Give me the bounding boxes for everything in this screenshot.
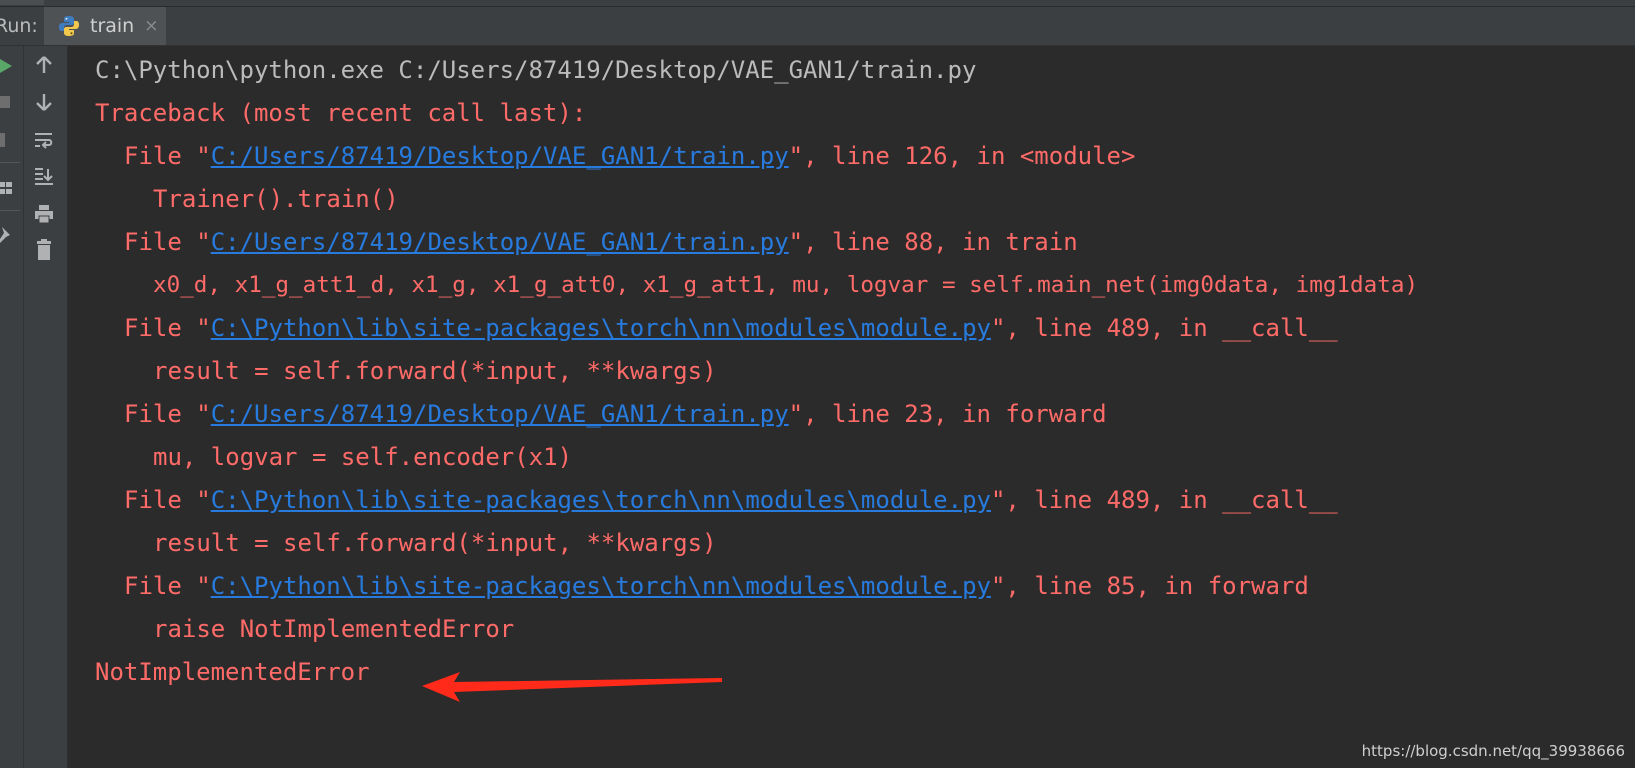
run-tool-window-header: Run: train × xyxy=(0,7,1635,46)
stop-icon[interactable] xyxy=(0,90,20,114)
pause-icon[interactable] xyxy=(0,128,20,152)
run-label: Run: xyxy=(0,15,38,37)
frame-code: raise NotImplementedError xyxy=(153,615,515,643)
file-link[interactable]: C:/Users/87419/Desktop/VAE_GAN1/train.py xyxy=(211,142,789,170)
frame-code: result = self.forward(*input, **kwargs) xyxy=(153,529,717,557)
strip-separator xyxy=(0,210,20,211)
file-link[interactable]: C:\Python\lib\site-packages\torch\nn\mod… xyxy=(211,314,991,342)
file-link[interactable]: C:\Python\lib\site-packages\torch\nn\mod… xyxy=(211,486,991,514)
frame-location: ", line 489, in __call__ xyxy=(990,314,1338,342)
file-prefix: File " xyxy=(124,228,211,256)
tab-train[interactable]: train × xyxy=(44,7,166,45)
frame-location: ", line 126, in <module> xyxy=(788,142,1136,170)
layout-icon[interactable] xyxy=(0,176,20,200)
strip-separator xyxy=(0,162,20,163)
trash-icon[interactable] xyxy=(30,236,58,264)
frame-location: ", line 88, in train xyxy=(788,228,1078,256)
top-strip xyxy=(0,0,1635,7)
console-output[interactable]: C:\Python\python.exe C:/Users/87419/Desk… xyxy=(68,46,1635,768)
top-strip-selection xyxy=(0,0,44,5)
file-prefix: File " xyxy=(124,314,211,342)
pin-icon[interactable] xyxy=(0,222,20,246)
frame-code: result = self.forward(*input, **kwargs) xyxy=(153,357,717,385)
frame-location: ", line 489, in __call__ xyxy=(990,486,1338,514)
arrow-up-icon[interactable] xyxy=(30,51,58,79)
file-link[interactable]: C:\Python\lib\site-packages\torch\nn\mod… xyxy=(211,572,991,600)
traceback-frame: File "C:/Users/87419/Desktop/VAE_GAN1/tr… xyxy=(95,140,1135,172)
file-prefix: File " xyxy=(124,486,211,514)
console-toolbar xyxy=(24,46,68,768)
frame-location: ", line 23, in forward xyxy=(788,400,1107,428)
command-line: C:\Python\python.exe C:/Users/87419/Desk… xyxy=(95,56,977,84)
frame-code: mu, logvar = self.encoder(x1) xyxy=(153,443,573,471)
traceback-frame: File "C:\Python\lib\site-packages\torch\… xyxy=(95,570,1309,602)
file-prefix: File " xyxy=(124,142,211,170)
traceback-frame: File "C:/Users/87419/Desktop/VAE_GAN1/tr… xyxy=(95,226,1078,258)
frame-code: x0_d, x1_g_att1_d, x1_g, x1_g_att0, x1_g… xyxy=(153,272,1419,298)
soft-wrap-icon[interactable] xyxy=(30,126,58,154)
file-link[interactable]: C:/Users/87419/Desktop/VAE_GAN1/train.py xyxy=(211,400,789,428)
file-prefix: File " xyxy=(124,400,211,428)
file-link[interactable]: C:/Users/87419/Desktop/VAE_GAN1/train.py xyxy=(211,228,789,256)
rerun-icon[interactable] xyxy=(0,54,20,78)
print-icon[interactable] xyxy=(30,200,58,228)
error-line: NotImplementedError xyxy=(95,658,370,686)
traceback-frame: File "C:\Python\lib\site-packages\torch\… xyxy=(95,312,1338,344)
close-icon[interactable]: × xyxy=(144,16,158,36)
watermark: https://blog.csdn.net/qq_39938666 xyxy=(1361,742,1625,760)
traceback-frame: File "C:/Users/87419/Desktop/VAE_GAN1/tr… xyxy=(95,398,1107,430)
traceback-header: Traceback (most recent call last): xyxy=(95,99,587,127)
run-actions-strip xyxy=(0,46,24,768)
arrow-down-icon[interactable] xyxy=(30,88,58,116)
annotation-arrow-icon xyxy=(422,672,722,702)
file-prefix: File " xyxy=(124,572,211,600)
scroll-to-end-icon[interactable] xyxy=(30,162,58,190)
tab-title: train xyxy=(90,15,135,37)
frame-code: Trainer().train() xyxy=(153,185,399,213)
frame-location: ", line 85, in forward xyxy=(990,572,1309,600)
traceback-frame: File "C:\Python\lib\site-packages\torch\… xyxy=(95,484,1338,516)
python-icon xyxy=(59,16,79,36)
